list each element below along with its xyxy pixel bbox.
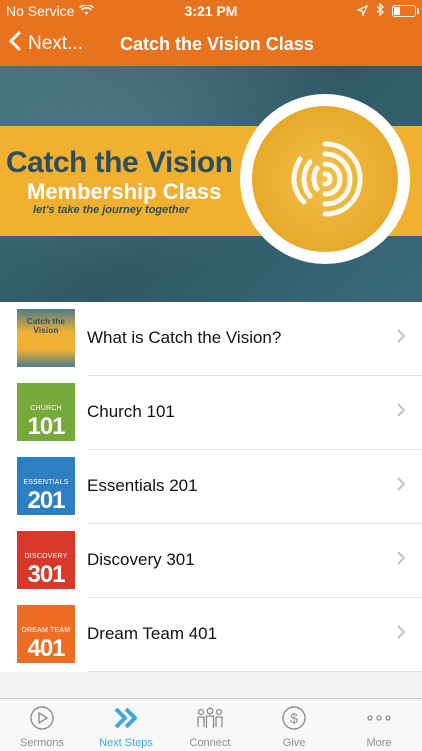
list-item-label: Essentials 201 [87, 476, 198, 495]
hero-tagline: let's take the journey together [33, 204, 190, 216]
hero-title: Catch the Vision [6, 146, 233, 179]
thumb-number: 401 [27, 635, 65, 662]
location-arrow-icon [356, 3, 369, 19]
vision-thumbnail: Catch the Vision [17, 309, 75, 367]
tab-label: More [366, 737, 392, 749]
thumb-number: 201 [27, 487, 65, 514]
list-item-label: Discovery 301 [87, 550, 195, 569]
thumb-caption: DISCOVERY [24, 553, 68, 560]
chevron-left-icon [8, 31, 22, 57]
tab-label: Next Steps [99, 737, 153, 749]
dollar-circle-icon: $ [252, 705, 336, 730]
list-item-label: What is Catch the Vision? [87, 328, 282, 347]
list-item[interactable]: CHURCH 101 Church 101 [0, 376, 422, 450]
thumb-caption: Catch the Vision [26, 317, 66, 335]
tab-label: Sermons [19, 737, 65, 749]
chevron-right-icon [396, 476, 406, 497]
bluetooth-icon [376, 2, 384, 19]
tab-more[interactable]: More [336, 699, 422, 751]
top-bar: No Service 3:21 PM Next... Catch the Vis… [0, 0, 422, 66]
fingerprint-logo [240, 94, 410, 264]
row-divider [87, 671, 422, 672]
thumb-caption: DREAM TEAM [21, 627, 71, 634]
navigation-bar: Next... Catch the Vision Class [0, 22, 422, 66]
status-bar: No Service 3:21 PM [0, 0, 422, 22]
class-list: Catch the Vision What is Catch the Visio… [0, 302, 422, 672]
list-item[interactable]: DISCOVERY 301 Discovery 301 [0, 524, 422, 598]
list-item[interactable]: DREAM TEAM 401 Dream Team 401 [0, 598, 422, 672]
svg-text:$: $ [290, 710, 298, 726]
tab-give[interactable]: $ Give [252, 699, 336, 751]
chevron-right-icon [396, 550, 406, 571]
tab-bar: Sermons Next Steps Connect $ Give More [0, 698, 422, 751]
essentials-201-thumbnail: ESSENTIALS 201 [17, 457, 75, 515]
tab-connect[interactable]: Connect [168, 699, 252, 751]
thumb-number: 301 [27, 561, 65, 588]
hero-subtitle: Membership Class [27, 179, 222, 204]
list-item[interactable]: ESSENTIALS 201 Essentials 201 [0, 450, 422, 524]
tab-sermons[interactable]: Sermons [0, 699, 84, 751]
status-right [356, 2, 419, 19]
list-item-label: Dream Team 401 [87, 624, 218, 643]
chevron-right-icon [396, 624, 406, 645]
thumb-number: 101 [27, 413, 65, 440]
list-item-label: Church 101 [87, 402, 175, 421]
ellipsis-icon [336, 705, 422, 729]
church-101-thumbnail: CHURCH 101 [17, 383, 75, 441]
tab-label: Connect [189, 737, 231, 749]
list-item[interactable]: Catch the Vision What is Catch the Visio… [0, 302, 422, 376]
play-circle-icon [0, 705, 84, 730]
thumb-caption: ESSENTIALS [23, 479, 69, 486]
discovery-301-thumbnail: DISCOVERY 301 [17, 531, 75, 589]
fingerprint-icon [252, 106, 398, 252]
back-button[interactable]: Next... [8, 31, 83, 57]
double-chevron-icon [84, 705, 168, 729]
people-icon [168, 705, 252, 729]
chevron-right-icon [396, 328, 406, 349]
back-label: Next... [28, 33, 83, 54]
hero-banner: Catch the Vision Membership Class let's … [0, 66, 422, 302]
thumb-caption: CHURCH [30, 405, 62, 412]
battery-icon [392, 5, 419, 17]
chevron-right-icon [396, 402, 406, 423]
tab-next-steps[interactable]: Next Steps [84, 699, 168, 751]
dream-team-401-thumbnail: DREAM TEAM 401 [17, 605, 75, 663]
tab-label: Give [282, 737, 306, 749]
page-title: Catch the Vision Class [120, 34, 314, 54]
